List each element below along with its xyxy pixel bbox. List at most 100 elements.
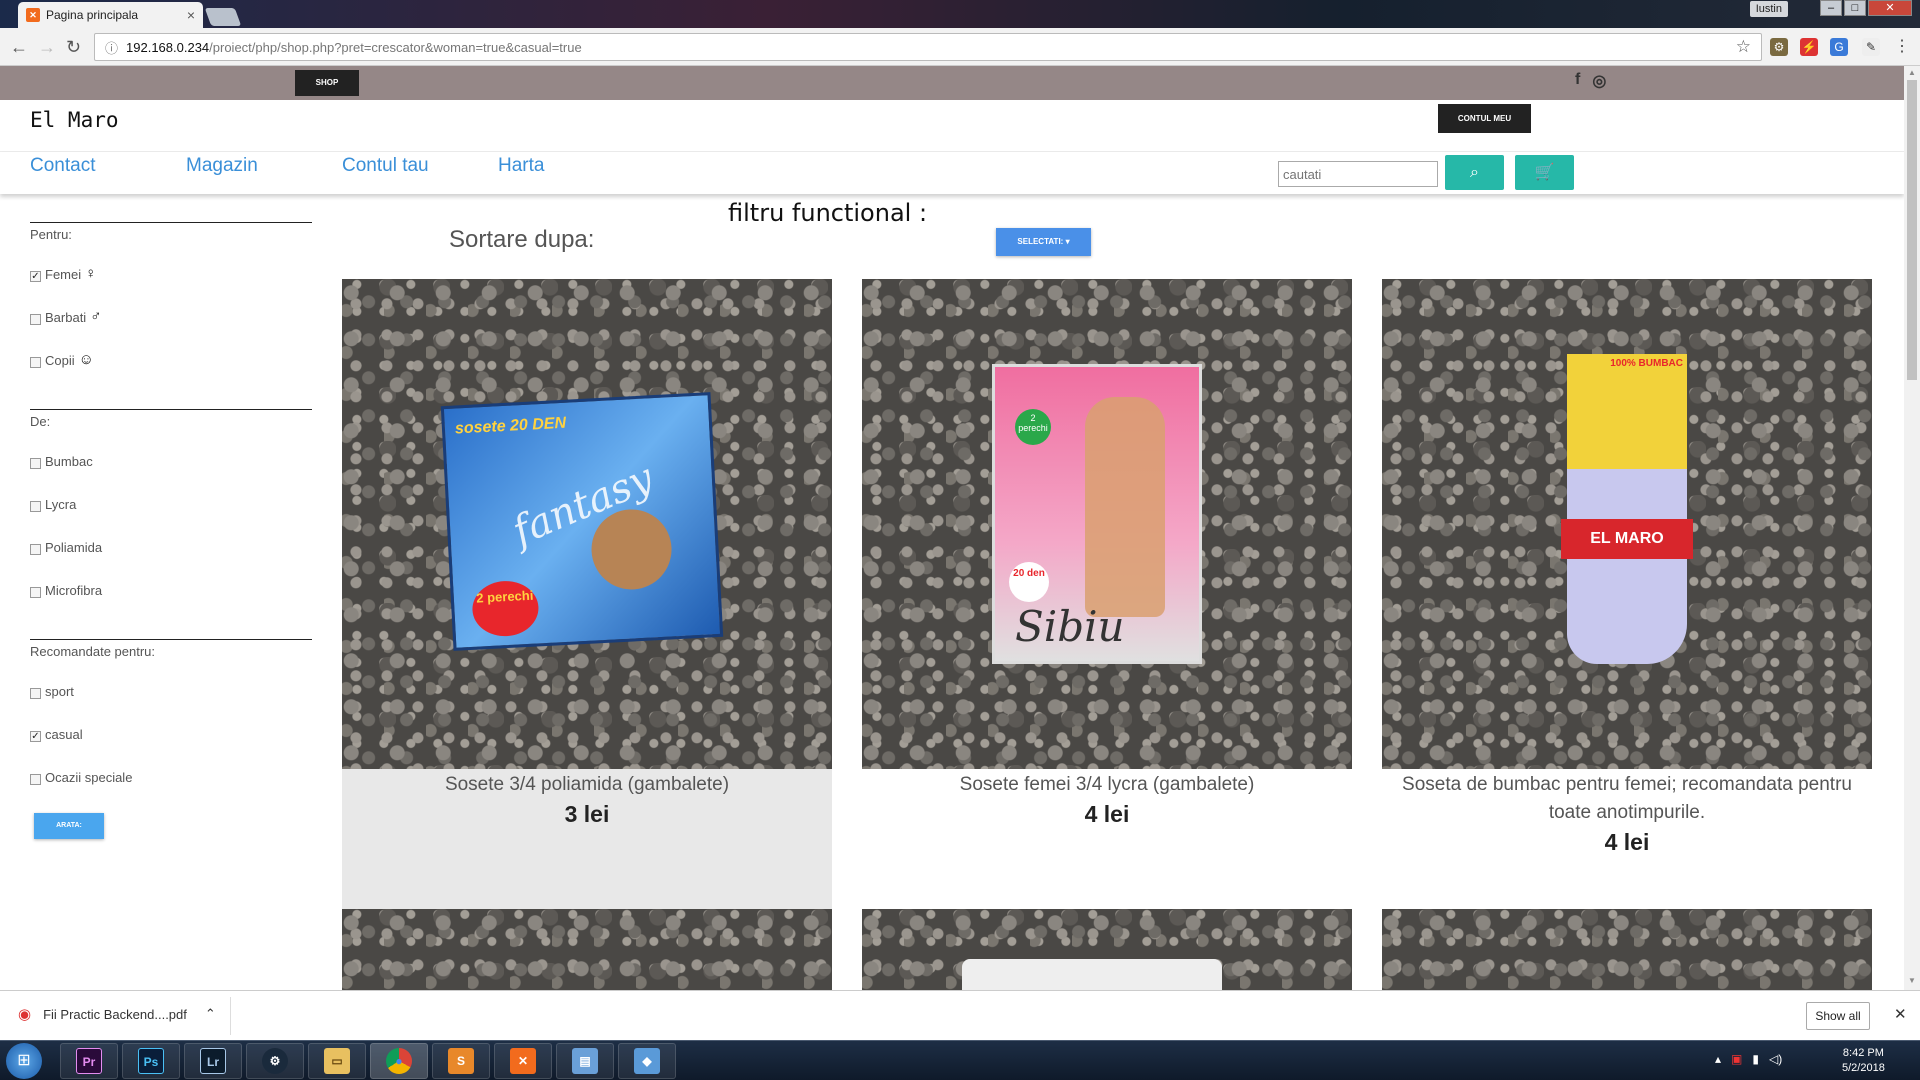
tab-close-icon[interactable]: × xyxy=(187,7,195,23)
nav-magazin[interactable]: Magazin xyxy=(186,155,258,177)
taskbar-photoshop[interactable]: Ps xyxy=(122,1043,180,1079)
product-image[interactable] xyxy=(1382,909,1872,990)
tools-icon[interactable]: ✎ xyxy=(1862,38,1880,56)
product-image[interactable] xyxy=(862,909,1352,990)
maximize-icon[interactable]: □ xyxy=(1844,0,1866,16)
photoshop-icon: Ps xyxy=(138,1048,164,1074)
shop-button[interactable]: SHOP xyxy=(295,70,359,96)
forward-icon[interactable]: → xyxy=(38,37,56,58)
apply-filters-button[interactable]: ARATA: xyxy=(34,813,104,839)
system-clock[interactable]: 8:42 PM 5/2/2018 xyxy=(1842,1046,1885,1076)
translate-icon[interactable]: G xyxy=(1830,38,1848,56)
package-brand: EL MARO xyxy=(1561,519,1693,559)
product-card[interactable]: 20 den 2 perechi Sibiu Sosete femei 3/4 … xyxy=(862,279,1352,827)
antivirus-icon[interactable]: ▣ xyxy=(1731,1052,1742,1066)
cart-button[interactable]: 🛒 xyxy=(1515,155,1574,190)
chevron-up-icon[interactable]: ⌃ xyxy=(205,1006,216,1022)
filter-option-femei[interactable]: ✓ Femei ♀ xyxy=(30,265,312,310)
windows-start-icon[interactable]: ⊞ xyxy=(6,1043,42,1079)
taskbar-explorer[interactable]: ▭ xyxy=(308,1043,366,1079)
taskbar-premiere[interactable]: Pr xyxy=(60,1043,118,1079)
nav-contact[interactable]: Contact xyxy=(30,155,95,177)
taskbar-chrome[interactable]: ● xyxy=(370,1043,428,1079)
taskbar-lightroom[interactable]: Lr xyxy=(184,1043,242,1079)
brand-bar: El Maro CONTUL MEU xyxy=(0,100,1904,152)
taskbar-steam[interactable]: ⚙ xyxy=(246,1043,304,1079)
filter-option-microfibra[interactable]: Microfibra xyxy=(30,583,312,626)
volume-icon[interactable]: ◁) xyxy=(1769,1052,1782,1066)
sort-dropdown-button[interactable]: SELECTATI: ▾ xyxy=(996,228,1091,256)
checkbox[interactable] xyxy=(30,774,41,785)
package-brand: Sibiu xyxy=(1015,602,1125,651)
filter-option-casual[interactable]: ✓ casual xyxy=(30,727,312,770)
checkbox[interactable] xyxy=(30,357,41,368)
dropdown-label: SELECTATI: xyxy=(1017,237,1064,246)
page-scrollbar[interactable]: ▲ ▼ xyxy=(1904,66,1920,990)
site-logo[interactable]: El Maro xyxy=(30,108,119,132)
extension-red-icon[interactable]: ⚡ xyxy=(1800,38,1818,56)
checkbox[interactable] xyxy=(30,688,41,699)
search-button[interactable]: ⌕ xyxy=(1445,155,1504,190)
filter-option-copii[interactable]: Copii ☺ xyxy=(30,351,312,396)
show-all-button[interactable]: Show all xyxy=(1806,1002,1870,1030)
filter-option-lycra[interactable]: Lycra xyxy=(30,497,312,540)
my-account-button[interactable]: CONTUL MEU xyxy=(1438,104,1531,133)
reload-icon[interactable]: ↻ xyxy=(66,37,81,58)
facebook-icon[interactable]: f xyxy=(1575,71,1580,91)
checkbox[interactable] xyxy=(30,314,41,325)
checkbox-checked[interactable]: ✓ xyxy=(30,271,41,282)
instagram-icon[interactable]: ◎ xyxy=(1592,71,1606,91)
product-card[interactable]: sosete 20 DEN fantasy 2 perechi Sosete 3… xyxy=(342,279,832,909)
download-item[interactable]: ◉ Fii Practic Backend....pdf ⌃ xyxy=(18,1005,216,1023)
taskbar-app[interactable]: ◆ xyxy=(618,1043,676,1079)
checkbox[interactable] xyxy=(30,501,41,512)
checkbox[interactable] xyxy=(30,587,41,598)
filter-option-poliamida[interactable]: Poliamida xyxy=(30,540,312,583)
filter-option-bumbac[interactable]: Bumbac xyxy=(30,454,312,497)
network-icon[interactable]: ▮ xyxy=(1752,1052,1759,1066)
product-card[interactable]: 100% BUMBAC EL MARO Soseta de bumbac pen… xyxy=(1382,279,1872,855)
browser-tab[interactable]: ✕ Pagina principala × xyxy=(18,2,203,28)
close-icon[interactable]: ✕ xyxy=(1894,1005,1907,1023)
taskbar-sublime[interactable]: S xyxy=(432,1043,490,1079)
bookmark-star-icon[interactable]: ☆ xyxy=(1736,37,1751,57)
checkbox[interactable] xyxy=(30,544,41,555)
menu-icon[interactable]: ⋮ xyxy=(1893,38,1911,56)
checkbox[interactable] xyxy=(30,458,41,469)
product-image[interactable]: 100% BUMBAC EL MARO xyxy=(1382,279,1872,769)
scrollbar-thumb[interactable] xyxy=(1907,80,1917,380)
new-tab-button[interactable] xyxy=(204,8,242,26)
divider xyxy=(30,409,312,410)
browser-user-badge[interactable]: Iustin xyxy=(1749,1,1788,17)
extension-icon[interactable]: ⚙ xyxy=(1770,38,1788,56)
back-icon[interactable]: ← xyxy=(10,37,28,58)
taskbar-xampp[interactable]: ✕ xyxy=(494,1043,552,1079)
checkbox-checked[interactable]: ✓ xyxy=(30,731,41,742)
product-name[interactable]: Sosete femei 3/4 lycra (gambalete) xyxy=(862,769,1352,799)
windows-taskbar: ⊞ Pr Ps Lr ⚙ ▭ ● S ✕ ▤ ◆ ▴ ▣ ▮ ◁) 8:42 P… xyxy=(0,1040,1920,1080)
scroll-down-icon[interactable]: ▼ xyxy=(1908,976,1916,985)
product-image[interactable]: 20 den 2 perechi Sibiu xyxy=(862,279,1352,769)
address-bar[interactable]: ⓘ 192.168.0.234 /proiect/php/shop.php?pr… xyxy=(94,33,1762,61)
product-name[interactable]: Soseta de bumbac pentru femei; recomanda… xyxy=(1382,769,1872,827)
product-image[interactable] xyxy=(342,909,832,990)
option-label: sport xyxy=(45,684,74,699)
nav-contul-tau[interactable]: Contul tau xyxy=(342,155,429,177)
product-image[interactable]: sosete 20 DEN fantasy 2 perechi xyxy=(342,279,832,769)
scroll-up-icon[interactable]: ▲ xyxy=(1908,68,1916,77)
system-tray: ▴ ▣ ▮ ◁) xyxy=(1715,1052,1782,1066)
info-icon[interactable]: ⓘ xyxy=(105,38,118,57)
filter-option-sport[interactable]: sport xyxy=(30,684,312,727)
product-name[interactable]: Sosete 3/4 poliamida (gambalete) xyxy=(342,769,832,799)
cart-icon: 🛒 xyxy=(1534,164,1555,181)
window-close-icon[interactable]: ✕ xyxy=(1868,0,1912,16)
filter-option-ocazii-speciale[interactable]: Ocazii speciale xyxy=(30,770,312,813)
nav-harta[interactable]: Harta xyxy=(498,155,544,177)
filter-option-barbati[interactable]: Barbati ♂ xyxy=(30,308,312,353)
clock-time: 8:42 PM xyxy=(1842,1047,1884,1059)
minimize-icon[interactable]: – xyxy=(1820,0,1842,16)
tray-expand-icon[interactable]: ▴ xyxy=(1715,1052,1721,1066)
search-input[interactable] xyxy=(1278,161,1438,187)
taskbar-window[interactable]: ▤ xyxy=(556,1043,614,1079)
search-icon: ⌕ xyxy=(1470,164,1479,181)
